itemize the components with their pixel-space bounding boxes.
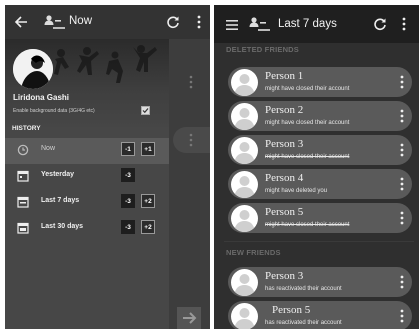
added-count-badge: +1	[141, 142, 155, 156]
friend-status: has reactivated their account	[265, 286, 342, 292]
deleted-friends-header: DELETED FRIENDS	[226, 45, 300, 54]
more-vert-icon[interactable]	[400, 143, 404, 157]
avatar	[231, 269, 258, 296]
more-vert-icon[interactable]	[400, 275, 404, 289]
history-item-label: Yesterday	[41, 171, 75, 178]
history-item-now[interactable]: Now -1 +1	[5, 138, 169, 164]
added-count-badge: +2	[141, 220, 155, 234]
left-screen: Now Liridona Gashi Enable background dat…	[5, 5, 210, 329]
more-vert-icon[interactable]	[400, 75, 404, 89]
avatar[interactable]	[13, 49, 53, 89]
right-page-title: Last 7 days	[278, 18, 337, 30]
left-page-title: Now	[69, 15, 93, 27]
history-label: HISTORY	[12, 125, 41, 132]
deleted-friend-card[interactable]: Person 4 might have deleted you	[228, 169, 412, 199]
more-vert-icon[interactable]	[400, 309, 404, 323]
arrow-left-icon[interactable]	[13, 14, 29, 30]
background-data-checkbox[interactable]	[141, 106, 150, 115]
calendar-week-icon	[17, 196, 29, 208]
calendar-icon	[17, 170, 29, 182]
new-friends-header: NEW FRIENDS	[226, 248, 281, 257]
dancers-silhouette-icon	[54, 45, 157, 83]
deleted-friend-card[interactable]: Person 2 might have closed their account	[228, 101, 412, 131]
new-friend-card[interactable]: Person 5 has reactivated their account	[228, 301, 412, 329]
more-vert-icon[interactable]	[400, 109, 404, 123]
section-divider	[224, 241, 414, 242]
avatar	[231, 103, 258, 130]
more-vert-icon[interactable]	[400, 177, 404, 191]
dimmed-card	[173, 127, 210, 153]
profile-header: Liridona Gashi Enable background data (3…	[5, 39, 169, 127]
profile-name: Liridona Gashi	[13, 93, 70, 102]
more-vert-icon[interactable]	[400, 211, 404, 225]
deleted-friend-card[interactable]: Person 1 might have closed their account	[228, 67, 412, 97]
new-friend-card[interactable]: Person 3 has reactivated their account	[228, 267, 412, 297]
friend-status: might have deleted you	[265, 188, 328, 194]
more-vert-icon	[189, 75, 199, 91]
checkmark-icon	[142, 108, 149, 114]
friend-name: Person 5	[265, 206, 304, 218]
clock-icon	[17, 144, 29, 156]
history-item-last-7-days[interactable]: Last 7 days -3 +2	[5, 190, 169, 216]
friend-name: Person 2	[265, 104, 304, 116]
more-vert-icon[interactable]	[195, 14, 203, 30]
hamburger-icon[interactable]	[226, 18, 240, 30]
avatar	[231, 303, 258, 329]
history-item-label: Last 30 days	[41, 223, 84, 230]
friend-status: might have closed their account	[265, 86, 350, 92]
arrow-right-icon[interactable]	[177, 307, 201, 329]
more-vert-icon[interactable]	[400, 16, 408, 32]
removed-count-badge: -3	[121, 194, 135, 208]
removed-count-badge: -1	[121, 142, 135, 156]
friend-name: Person 5	[272, 304, 311, 316]
avatar	[231, 137, 258, 164]
friend-name: Person 3	[265, 270, 304, 282]
friend-status: might have closed their account	[265, 120, 350, 126]
left-app-bar: Now	[5, 5, 210, 39]
removed-count-badge: -3	[121, 168, 135, 182]
calendar-month-icon	[17, 222, 29, 234]
removed-count-badge: -3	[121, 220, 135, 234]
app-logo-icon	[248, 16, 270, 32]
app-logo-icon	[43, 14, 65, 30]
friend-status: might have closed their account	[265, 154, 350, 160]
added-count-badge: +2	[141, 194, 155, 208]
dimmed-content-overlay[interactable]	[169, 39, 210, 329]
history-item-label: Now	[41, 145, 56, 152]
right-app-bar: Last 7 days	[214, 5, 419, 43]
history-item-label: Last 7 days	[41, 197, 80, 204]
friend-status: has reactivated their account	[265, 320, 342, 326]
friend-status: might have closed their account	[265, 222, 350, 228]
history-item-yesterday[interactable]: Yesterday -3	[5, 164, 169, 190]
deleted-friend-card[interactable]: Person 5 might have closed their account	[228, 203, 412, 233]
history-item-last-30-days[interactable]: Last 30 days -3 +2	[5, 216, 169, 242]
refresh-icon[interactable]	[165, 14, 181, 30]
background-data-setting: Enable background data (3G/4G etc)	[13, 108, 95, 114]
friend-name: Person 1	[265, 70, 304, 82]
friend-name: Person 3	[265, 138, 304, 150]
friend-name: Person 4	[265, 172, 304, 184]
avatar	[231, 171, 258, 198]
deleted-friend-card[interactable]: Person 3 might have closed their account	[228, 135, 412, 165]
avatar	[231, 205, 258, 232]
avatar	[231, 69, 258, 96]
right-screen: Last 7 days DELETED FRIENDS Person 1 mig…	[214, 5, 419, 329]
refresh-icon[interactable]	[372, 16, 388, 32]
